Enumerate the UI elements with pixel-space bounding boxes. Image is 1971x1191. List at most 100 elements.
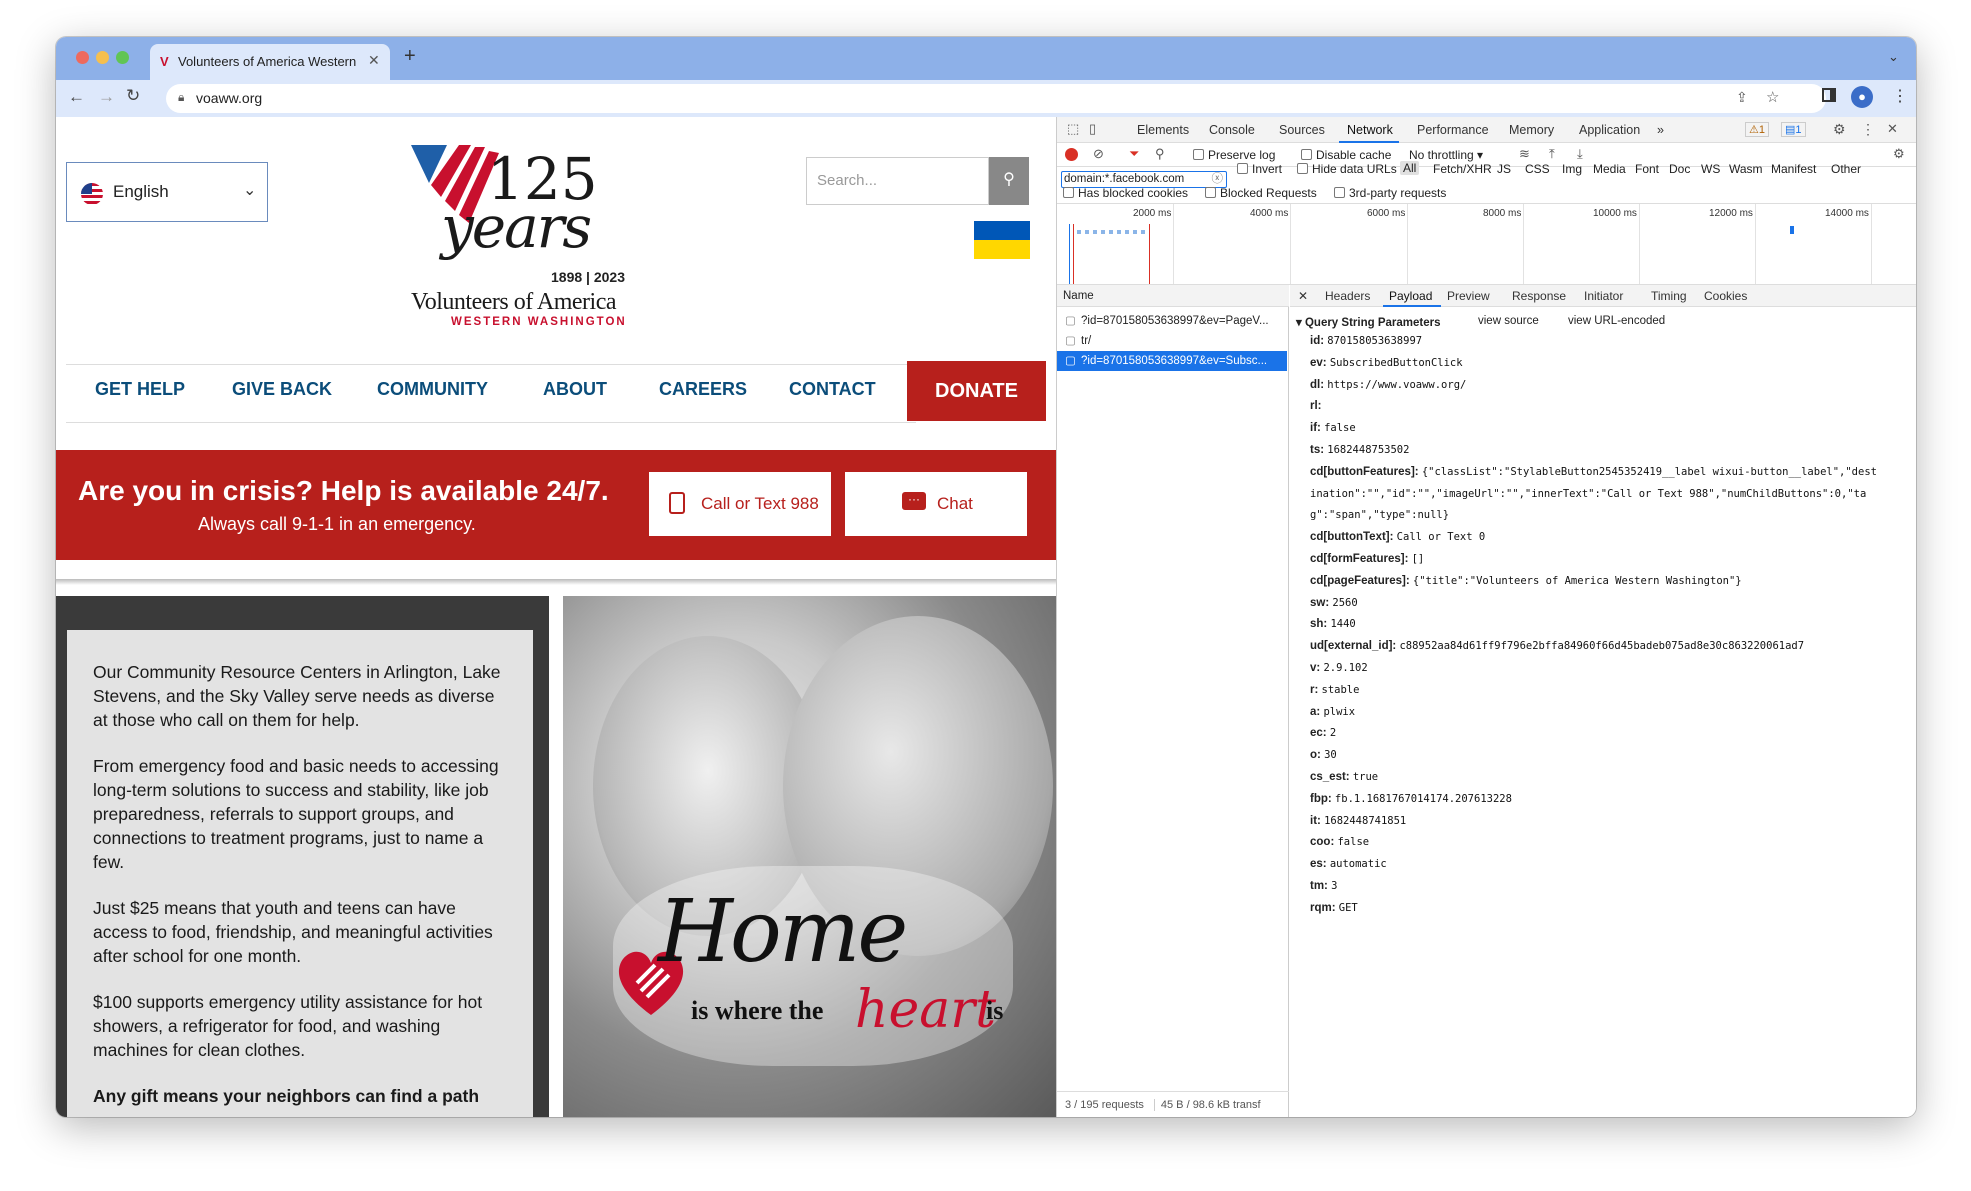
export-har-icon[interactable]: ⤓ <box>1577 146 1583 162</box>
inspect-element-icon[interactable]: ⬚ <box>1067 121 1079 137</box>
third-party-checkbox[interactable]: 3rd-party requests <box>1334 186 1446 200</box>
type-filter-all[interactable]: All <box>1400 161 1420 175</box>
query-param-row[interactable]: v: 2.9.102 <box>1310 662 1368 674</box>
query-params-section-toggle[interactable]: ▾ Query String Parameters <box>1296 315 1440 329</box>
settings-gear-icon[interactable]: ⚙ <box>1833 121 1846 138</box>
share-icon[interactable]: ⇪ <box>1736 89 1748 106</box>
query-param-row[interactable]: cs_est: true <box>1310 771 1378 783</box>
preserve-log-checkbox[interactable]: Preserve log <box>1193 148 1275 162</box>
nav-community[interactable]: COMMUNITY <box>377 379 488 400</box>
query-param-row[interactable]: cd[pageFeatures]: {"title":"Volunteers o… <box>1310 575 1742 587</box>
query-param-row[interactable]: tm: 3 <box>1310 880 1337 892</box>
new-tab-icon[interactable]: + <box>404 45 416 68</box>
type-filter-img[interactable]: Img <box>1562 162 1582 176</box>
type-filter-media[interactable]: Media <box>1593 162 1626 176</box>
device-toolbar-icon[interactable]: ▯ <box>1089 121 1096 137</box>
query-param-row[interactable]: it: 1682448741851 <box>1310 815 1406 827</box>
query-param-row[interactable]: ination":"","id":"","imageUrl":"","inner… <box>1310 488 1866 500</box>
filter-icon[interactable]: ⏷ <box>1129 146 1139 162</box>
search-button[interactable]: ⚲ <box>989 157 1029 205</box>
nav-about[interactable]: ABOUT <box>543 379 607 400</box>
import-har-icon[interactable]: ⤒ <box>1549 146 1555 162</box>
chat-button[interactable]: ··· Chat <box>845 472 1027 536</box>
nav-get-help[interactable]: GET HELP <box>95 379 185 400</box>
query-param-row[interactable]: rl: <box>1310 400 1322 412</box>
query-param-row[interactable]: rqm: GET <box>1310 902 1358 914</box>
maximize-window-button[interactable] <box>116 51 129 64</box>
messages-badge[interactable]: ▤1 <box>1781 122 1806 137</box>
query-param-row[interactable]: sh: 1440 <box>1310 618 1356 630</box>
query-param-row[interactable]: ts: 1682448753502 <box>1310 444 1409 456</box>
type-filter-other[interactable]: Other <box>1831 162 1861 176</box>
devtools-tab-performance[interactable]: Performance <box>1417 123 1489 137</box>
bookmark-star-icon[interactable]: ☆ <box>1766 88 1779 106</box>
detail-tab-response[interactable]: Response <box>1512 289 1566 303</box>
query-param-row[interactable]: cd[buttonFeatures]: {"classList":"Stylab… <box>1310 466 1877 478</box>
query-param-row[interactable]: ud[external_id]: c88952aa84d61ff9f796e2b… <box>1310 640 1804 652</box>
browser-tab[interactable]: V Volunteers of America Western Washingt… <box>150 44 390 80</box>
type-filter-font[interactable]: Font <box>1635 162 1659 176</box>
nav-give-back[interactable]: GIVE BACK <box>232 379 332 400</box>
devtools-tab-network[interactable]: Network <box>1347 123 1393 137</box>
language-selector[interactable]: English ⌄ <box>66 162 268 222</box>
query-param-row[interactable]: cd[buttonText]: Call or Text 0 <box>1310 531 1485 543</box>
nav-careers[interactable]: CAREERS <box>659 379 747 400</box>
query-param-row[interactable]: o: 30 <box>1310 749 1337 761</box>
network-conditions-icon[interactable]: ≋ <box>1519 146 1530 162</box>
more-tabs-icon[interactable]: » <box>1657 123 1664 137</box>
query-param-row[interactable]: sw: 2560 <box>1310 597 1358 609</box>
close-window-button[interactable] <box>76 51 89 64</box>
type-filter-wasm[interactable]: Wasm <box>1729 162 1763 176</box>
clear-icon[interactable]: ⊘ <box>1093 146 1104 162</box>
type-filter-doc[interactable]: Doc <box>1669 162 1690 176</box>
hide-data-urls-checkbox[interactable]: Hide data URLs <box>1297 162 1397 176</box>
devtools-close-icon[interactable]: ✕ <box>1887 121 1898 137</box>
devtools-menu-icon[interactable]: ⋮ <box>1861 121 1875 138</box>
disable-cache-checkbox[interactable]: Disable cache <box>1301 148 1391 162</box>
call-or-text-button[interactable]: Call or Text 988 <box>649 472 831 536</box>
type-filter-css[interactable]: CSS <box>1525 162 1550 176</box>
query-param-row[interactable]: fbp: fb.1.1681767014174.207613228 <box>1310 793 1512 805</box>
query-param-row[interactable]: ev: SubscribedButtonClick <box>1310 357 1463 369</box>
query-param-row[interactable]: cd[formFeatures]: [] <box>1310 553 1424 565</box>
browser-menu-icon[interactable]: ⋮ <box>1892 86 1908 106</box>
search-input[interactable]: Search... <box>806 157 989 205</box>
query-param-row[interactable]: dl: https://www.voaww.org/ <box>1310 379 1466 391</box>
donate-button[interactable]: DONATE <box>907 361 1046 421</box>
devtools-tab-console[interactable]: Console <box>1209 123 1255 137</box>
forward-icon[interactable]: → <box>98 87 115 107</box>
view-url-encoded-link[interactable]: view URL-encoded <box>1568 315 1665 327</box>
reload-icon[interactable]: ↻ <box>126 86 140 106</box>
close-detail-icon[interactable]: ✕ <box>1298 289 1308 303</box>
type-filter-ws[interactable]: WS <box>1701 162 1720 176</box>
throttling-select[interactable]: No throttling ▾ <box>1409 148 1483 162</box>
detail-tab-headers[interactable]: Headers <box>1325 289 1370 303</box>
query-param-row[interactable]: ec: 2 <box>1310 727 1336 739</box>
tab-close-icon[interactable]: ✕ <box>368 52 380 69</box>
query-param-row[interactable]: if: false <box>1310 422 1356 434</box>
back-icon[interactable]: ← <box>68 87 85 107</box>
view-source-link[interactable]: view source <box>1478 315 1539 327</box>
devtools-tab-elements[interactable]: Elements <box>1137 123 1189 137</box>
devtools-tab-sources[interactable]: Sources <box>1279 123 1325 137</box>
type-filter-manifest[interactable]: Manifest <box>1771 162 1816 176</box>
query-param-row[interactable]: id: 870158053638997 <box>1310 335 1422 347</box>
request-row-subscribed-selected[interactable]: ▢ ?id=870158053638997&ev=Subsc... <box>1057 351 1287 371</box>
blocked-requests-checkbox[interactable]: Blocked Requests <box>1205 186 1317 200</box>
minimize-window-button[interactable] <box>96 51 109 64</box>
sidepanel-icon[interactable] <box>1822 88 1836 102</box>
query-param-row[interactable]: a: plwix <box>1310 706 1355 718</box>
query-param-row[interactable]: coo: false <box>1310 836 1369 848</box>
invert-checkbox[interactable]: Invert <box>1237 162 1282 176</box>
has-blocked-cookies-checkbox[interactable]: Has blocked cookies <box>1063 186 1188 200</box>
detail-tab-initiator[interactable]: Initiator <box>1584 289 1623 303</box>
warnings-badge[interactable]: ⚠1 <box>1745 122 1769 137</box>
devtools-tab-application[interactable]: Application <box>1579 123 1640 137</box>
detail-tab-timing[interactable]: Timing <box>1651 289 1687 303</box>
devtools-tab-memory[interactable]: Memory <box>1509 123 1554 137</box>
detail-tab-preview[interactable]: Preview <box>1447 289 1490 303</box>
tab-search-chevron-icon[interactable]: ⌄ <box>1888 49 1899 65</box>
profile-avatar-icon[interactable]: ● <box>1851 86 1873 108</box>
voa-125-logo[interactable]: 125 years 1898 | 2023 Volunteers of Amer… <box>411 145 681 328</box>
query-param-row[interactable]: es: automatic <box>1310 858 1387 870</box>
